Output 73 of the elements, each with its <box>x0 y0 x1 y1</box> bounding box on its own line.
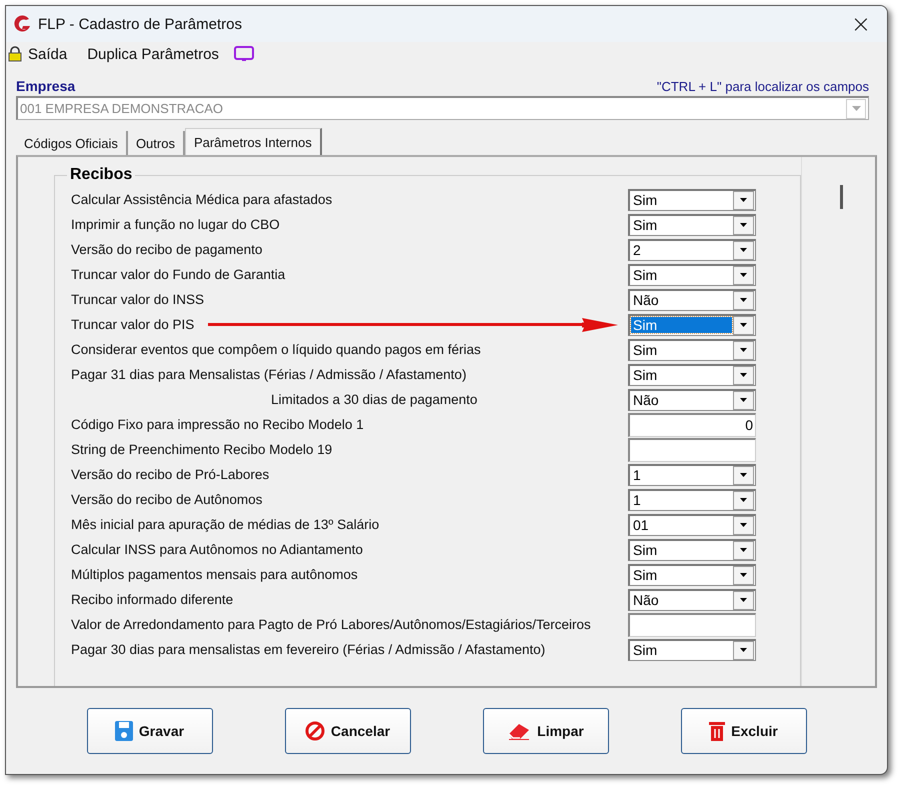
monitor-icon[interactable] <box>232 45 255 63</box>
input-field[interactable]: 0 <box>628 412 756 436</box>
dropdown-field[interactable]: 1 <box>628 464 756 486</box>
dropdown-field[interactable]: Sim <box>628 564 756 586</box>
setting-label: Imprimir a função no lugar do CBO <box>71 217 280 232</box>
dropdown-arrow-icon <box>740 548 747 552</box>
action-button[interactable]: Limpar <box>482 708 608 754</box>
action-button[interactable]: Cancelar <box>284 708 410 754</box>
setting-label: Calcular INSS para Autônomos no Adiantamento <box>71 542 363 557</box>
input-field[interactable] <box>628 438 756 462</box>
dropdown-arrow-icon <box>740 223 747 227</box>
setting-label: Truncar valor do INSS <box>71 292 204 307</box>
dropdown-field[interactable]: Não <box>628 288 756 310</box>
setting-label: Truncar valor do PIS <box>71 317 194 332</box>
dropdown-arrow-icon <box>740 198 747 202</box>
setting-label: Pagar 31 dias para Mensalistas (Férias / Admissão / Afastamento) <box>71 367 466 382</box>
setting-label: Pagar 30 dias para mensalistas em fevereiro (Férias / Admissão / Afastamento) <box>71 642 546 657</box>
dropdown-field[interactable]: Não <box>628 588 756 610</box>
dropdown-arrow-icon <box>740 323 747 327</box>
setting-label: Calcular Assistência Médica para afastados <box>71 192 332 207</box>
eraser-icon <box>507 722 532 740</box>
dropdown-field[interactable]: Sim <box>628 264 756 286</box>
setting-label: Truncar valor do Fundo de Garantia <box>71 267 286 282</box>
dropdown-field[interactable]: Sim <box>628 538 756 560</box>
setting-label: Versão do recibo de pagamento <box>71 242 262 257</box>
action-button[interactable]: Gravar <box>86 708 212 754</box>
action-button[interactable]: Excluir <box>680 708 806 754</box>
setting-label: Recibo informado diferente <box>71 592 234 607</box>
dropdown-field[interactable]: Sim <box>628 314 756 336</box>
dropdown-arrow-icon <box>740 398 747 402</box>
dropdown-arrow-icon <box>740 573 747 577</box>
dropdown-arrow-icon <box>740 298 747 302</box>
close-button[interactable]: × <box>844 10 877 38</box>
logo-icon <box>12 14 32 34</box>
setting-label: Valor de Arredondamento para Pagto de Pró Labores/Autônomos/Estagiários/Terceiros <box>71 617 591 632</box>
dropdown-arrow-icon <box>740 348 747 352</box>
padlock-icon <box>8 46 22 62</box>
dropdown-arrow-icon <box>740 598 747 602</box>
dropdown-arrow-icon <box>740 248 747 252</box>
setting-label: Versão do recibo de Pró-Labores <box>71 467 270 482</box>
dropdown-field[interactable]: Não <box>628 388 756 410</box>
dropdown-arrow-icon <box>740 648 747 652</box>
toolbar-button[interactable]: Saída <box>8 46 82 62</box>
dropdown-arrow-icon <box>740 373 747 377</box>
setting-label: String de Preenchimento Recibo Modelo 19 <box>71 442 332 457</box>
dropdown-field[interactable]: Sim <box>628 638 756 660</box>
setting-label: Múltiplos pagamentos mensais para autônomos <box>71 567 358 582</box>
dropdown-field[interactable]: Sim <box>628 364 756 386</box>
dropdown-arrow-icon <box>740 523 747 527</box>
hint-text: "CTRL + L" para localizar os campos <box>656 79 869 94</box>
trash-icon <box>709 721 726 741</box>
dropdown-field[interactable]: 1 <box>628 488 756 510</box>
setting-label: Considerar eventos que compôem o líquido quando pagos em férias <box>71 342 481 357</box>
setting-label: Código Fixo para impressão no Recibo Modelo 1 <box>71 417 364 432</box>
toolbar-button[interactable]: Duplica Parâmetros <box>87 46 233 62</box>
prohibited-icon <box>304 721 325 741</box>
setting-label: Limitados a 30 dias de pagamento <box>271 392 478 407</box>
dropdown-field[interactable]: Sim <box>628 188 756 210</box>
dropdown-field[interactable]: 2 <box>628 238 756 260</box>
window-title: FLP - Cadastro de Parâmetros <box>38 16 243 32</box>
dropdown-field[interactable]: Sim <box>628 338 756 360</box>
dropdown-arrow-icon <box>740 498 747 502</box>
field-label: Empresa <box>16 78 76 94</box>
dropdown-arrow-icon <box>852 106 860 111</box>
tab[interactable]: Parâmetros Internos <box>184 128 322 155</box>
company-dropdown[interactable]: 001 EMPRESA DEMONSTRACAO <box>16 96 869 120</box>
setting-label: Mês inicial para apuração de médias de 13º Salário <box>71 517 380 532</box>
dropdown-arrow-icon <box>740 273 747 277</box>
input-field[interactable] <box>628 612 756 636</box>
dropdown-arrow-icon <box>740 473 747 477</box>
dropdown-field[interactable]: Sim <box>628 214 756 236</box>
dropdown-field[interactable]: 01 <box>628 514 756 536</box>
setting-label: Versão do recibo de Autônomos <box>71 492 262 507</box>
